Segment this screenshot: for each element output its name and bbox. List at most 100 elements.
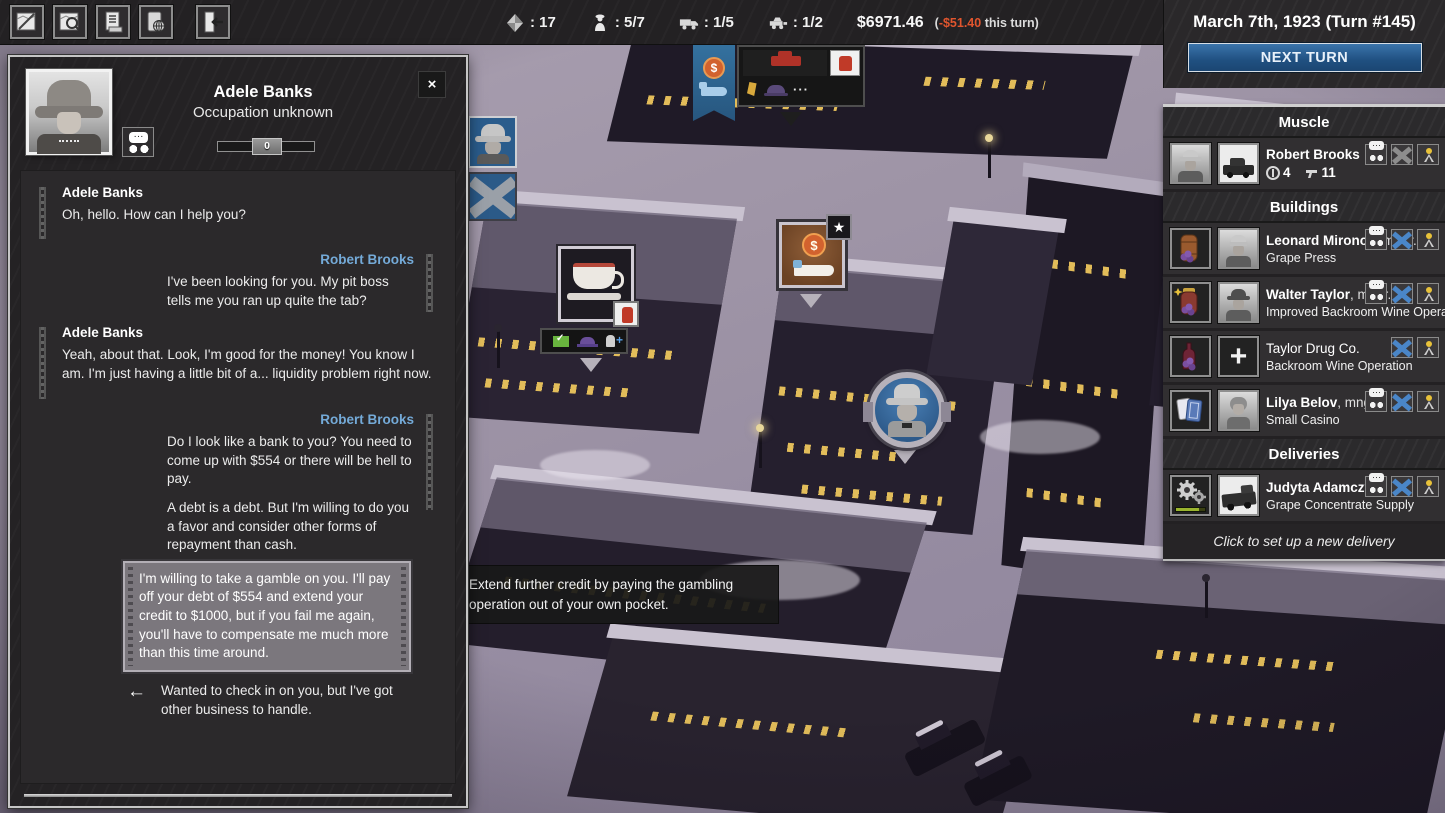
contacts-book-button[interactable] — [139, 5, 173, 39]
talk-icon[interactable] — [1365, 476, 1387, 497]
back-arrow-icon: ← — [127, 682, 149, 719]
assign-cross-icon[interactable] — [1391, 283, 1413, 304]
dialog-option-leave[interactable]: ← Wanted to check in on you, but I've go… — [127, 682, 407, 719]
vehicle-icon — [768, 13, 788, 33]
building-row-backroom-wine[interactable]: + Taylor Drug Co. Backroom Wine Operatio… — [1163, 331, 1445, 385]
assign-cross-icon[interactable] — [1391, 337, 1413, 358]
npc-occupation: Occupation unknown — [120, 104, 406, 121]
message-check-icon — [553, 336, 569, 347]
assign-cross-icon[interactable] — [1391, 391, 1413, 412]
muscle-stats: 4 11 — [1266, 165, 1438, 180]
locate-person-icon[interactable] — [1417, 391, 1439, 412]
coffee-shop-marker[interactable] — [558, 246, 634, 322]
player-message: Robert Brooks Do I look like a bank to y… — [39, 412, 437, 555]
hand-icon — [794, 265, 834, 276]
building-block — [607, 36, 1133, 158]
truck-icon — [679, 13, 699, 33]
grab-hand-icon[interactable] — [830, 50, 860, 76]
crossed-flag-marker[interactable] — [468, 172, 517, 221]
building-row-grape-press[interactable]: Leonard Mironov, mngr. Grape Press — [1163, 223, 1445, 277]
coffee-cup-icon — [573, 263, 615, 289]
gears-icon — [1170, 475, 1211, 516]
hand-icon — [701, 87, 727, 96]
coin-icon: $ — [703, 57, 725, 79]
crew-icon — [590, 13, 610, 33]
star-badge-icon: ★ — [826, 214, 852, 240]
hat-icon — [767, 85, 785, 94]
locate-person-icon[interactable] — [1417, 476, 1439, 497]
building-action-popup[interactable]: ··· — [737, 45, 865, 107]
recruit-person-icon — [606, 335, 615, 347]
relationship-slider[interactable]: 0 — [217, 141, 315, 152]
assign-cross-icon[interactable] — [1391, 476, 1413, 497]
coin-icon: $ — [802, 233, 826, 257]
chat-bubble-icon[interactable]: ··· — [122, 127, 154, 157]
truck-stat: : 1/5 — [679, 13, 734, 33]
money-delta: (-$51.40 this turn) — [935, 16, 1039, 30]
jar-icon — [1170, 282, 1211, 323]
map-notes-button[interactable] — [10, 5, 44, 39]
building-row-small-casino[interactable]: Lilya Belov, mngr. Small Casino — [1163, 385, 1445, 439]
ledger-button[interactable] — [96, 5, 130, 39]
territory-icon — [505, 13, 525, 33]
dismiss-cross-icon[interactable] — [1391, 144, 1413, 165]
hat-woman-portrait — [477, 122, 509, 164]
locate-person-icon[interactable] — [1417, 229, 1439, 250]
next-turn-button[interactable]: NEXT TURN — [1188, 43, 1422, 72]
building-row-improved-wine[interactable]: Walter Taylor, mngr. Improved Backroom W… — [1163, 277, 1445, 331]
money-banner-marker[interactable]: $ — [693, 45, 735, 121]
right-sidebar: Muscle Robert Brooks 4 11 — [1163, 104, 1445, 561]
locate-person-icon[interactable] — [1417, 337, 1439, 358]
turn-panel: March 7th, 1923 (Turn #145) NEXT TURN — [1163, 0, 1445, 88]
conversation-panel: Adele Banks Occupation unknown ··· 0 × A… — [8, 55, 468, 808]
filmstrip-decoration — [426, 254, 433, 312]
hat-man-portrait — [889, 384, 925, 436]
map-search-button[interactable] — [53, 5, 87, 39]
filmstrip-decoration — [39, 187, 46, 239]
robert-brooks-map-marker[interactable] — [869, 372, 945, 448]
player-message: Robert Brooks I've been looking for you.… — [39, 252, 437, 312]
talk-icon[interactable] — [1365, 144, 1387, 165]
new-delivery-button[interactable]: Click to set up a new delivery — [1163, 524, 1445, 559]
game-screen: $ ··· $ ★ — [0, 0, 1445, 813]
money-stat: $6971.46 (-$51.40 this turn) — [857, 14, 1039, 32]
street-lamp — [759, 430, 762, 468]
portrait-thumbnail — [1170, 143, 1211, 184]
talk-icon[interactable] — [1365, 229, 1387, 250]
toolbar — [10, 5, 230, 39]
assign-cross-icon[interactable] — [1391, 229, 1413, 250]
resource-stats: : 17 : 5/7 : 1/5 : 1/2 $6971.46 (-$51.40… — [505, 0, 1039, 45]
muscle-row-robert-brooks[interactable]: Robert Brooks 4 11 — [1163, 138, 1445, 192]
vehicle-stat: : 1/2 — [768, 13, 823, 33]
goods-icon — [747, 82, 759, 96]
wine-bottle-icon — [1170, 336, 1211, 377]
assign-manager-plus[interactable]: + — [1218, 336, 1259, 377]
playing-cards-icon — [1170, 390, 1211, 431]
cash-icon — [1266, 166, 1280, 180]
street-lamp — [988, 140, 991, 178]
section-header-deliveries: Deliveries — [1163, 439, 1445, 470]
adele-banks-map-marker[interactable] — [468, 116, 517, 168]
marker-pointer — [580, 358, 602, 372]
locate-person-icon[interactable] — [1417, 283, 1439, 304]
portrait-thumbnail — [1218, 282, 1259, 323]
coffee-shop-status-icons[interactable] — [540, 328, 628, 354]
panel-bottom-rule — [24, 794, 452, 797]
npc-message: Adele Banks Yeah, about that. Look, I'm … — [39, 325, 437, 399]
close-icon[interactable]: × — [418, 71, 446, 98]
section-header-buildings: Buildings — [1163, 192, 1445, 223]
talk-icon[interactable] — [1365, 283, 1387, 304]
relationship-value[interactable]: 0 — [252, 138, 282, 155]
delivery-row-grape-concentrate[interactable]: Judyta Adamczyk Grape Concentrate Supply — [1163, 470, 1445, 524]
locate-person-icon[interactable] — [1417, 144, 1439, 165]
barrel-icon — [1170, 228, 1211, 269]
street-lamp — [497, 330, 500, 368]
conversation-log: Adele Banks Oh, hello. How can I help yo… — [20, 170, 456, 784]
marker-pointer — [800, 294, 822, 308]
dialog-option-extend-credit[interactable]: I'm willing to take a gamble on you. I'l… — [123, 561, 411, 672]
grab-hand-icon[interactable] — [613, 301, 639, 327]
turn-date: March 7th, 1923 (Turn #145) — [1164, 12, 1445, 32]
option-tooltip: Extend further credit by paying the gamb… — [455, 565, 779, 624]
exit-button[interactable] — [196, 5, 230, 39]
talk-icon[interactable] — [1365, 391, 1387, 412]
